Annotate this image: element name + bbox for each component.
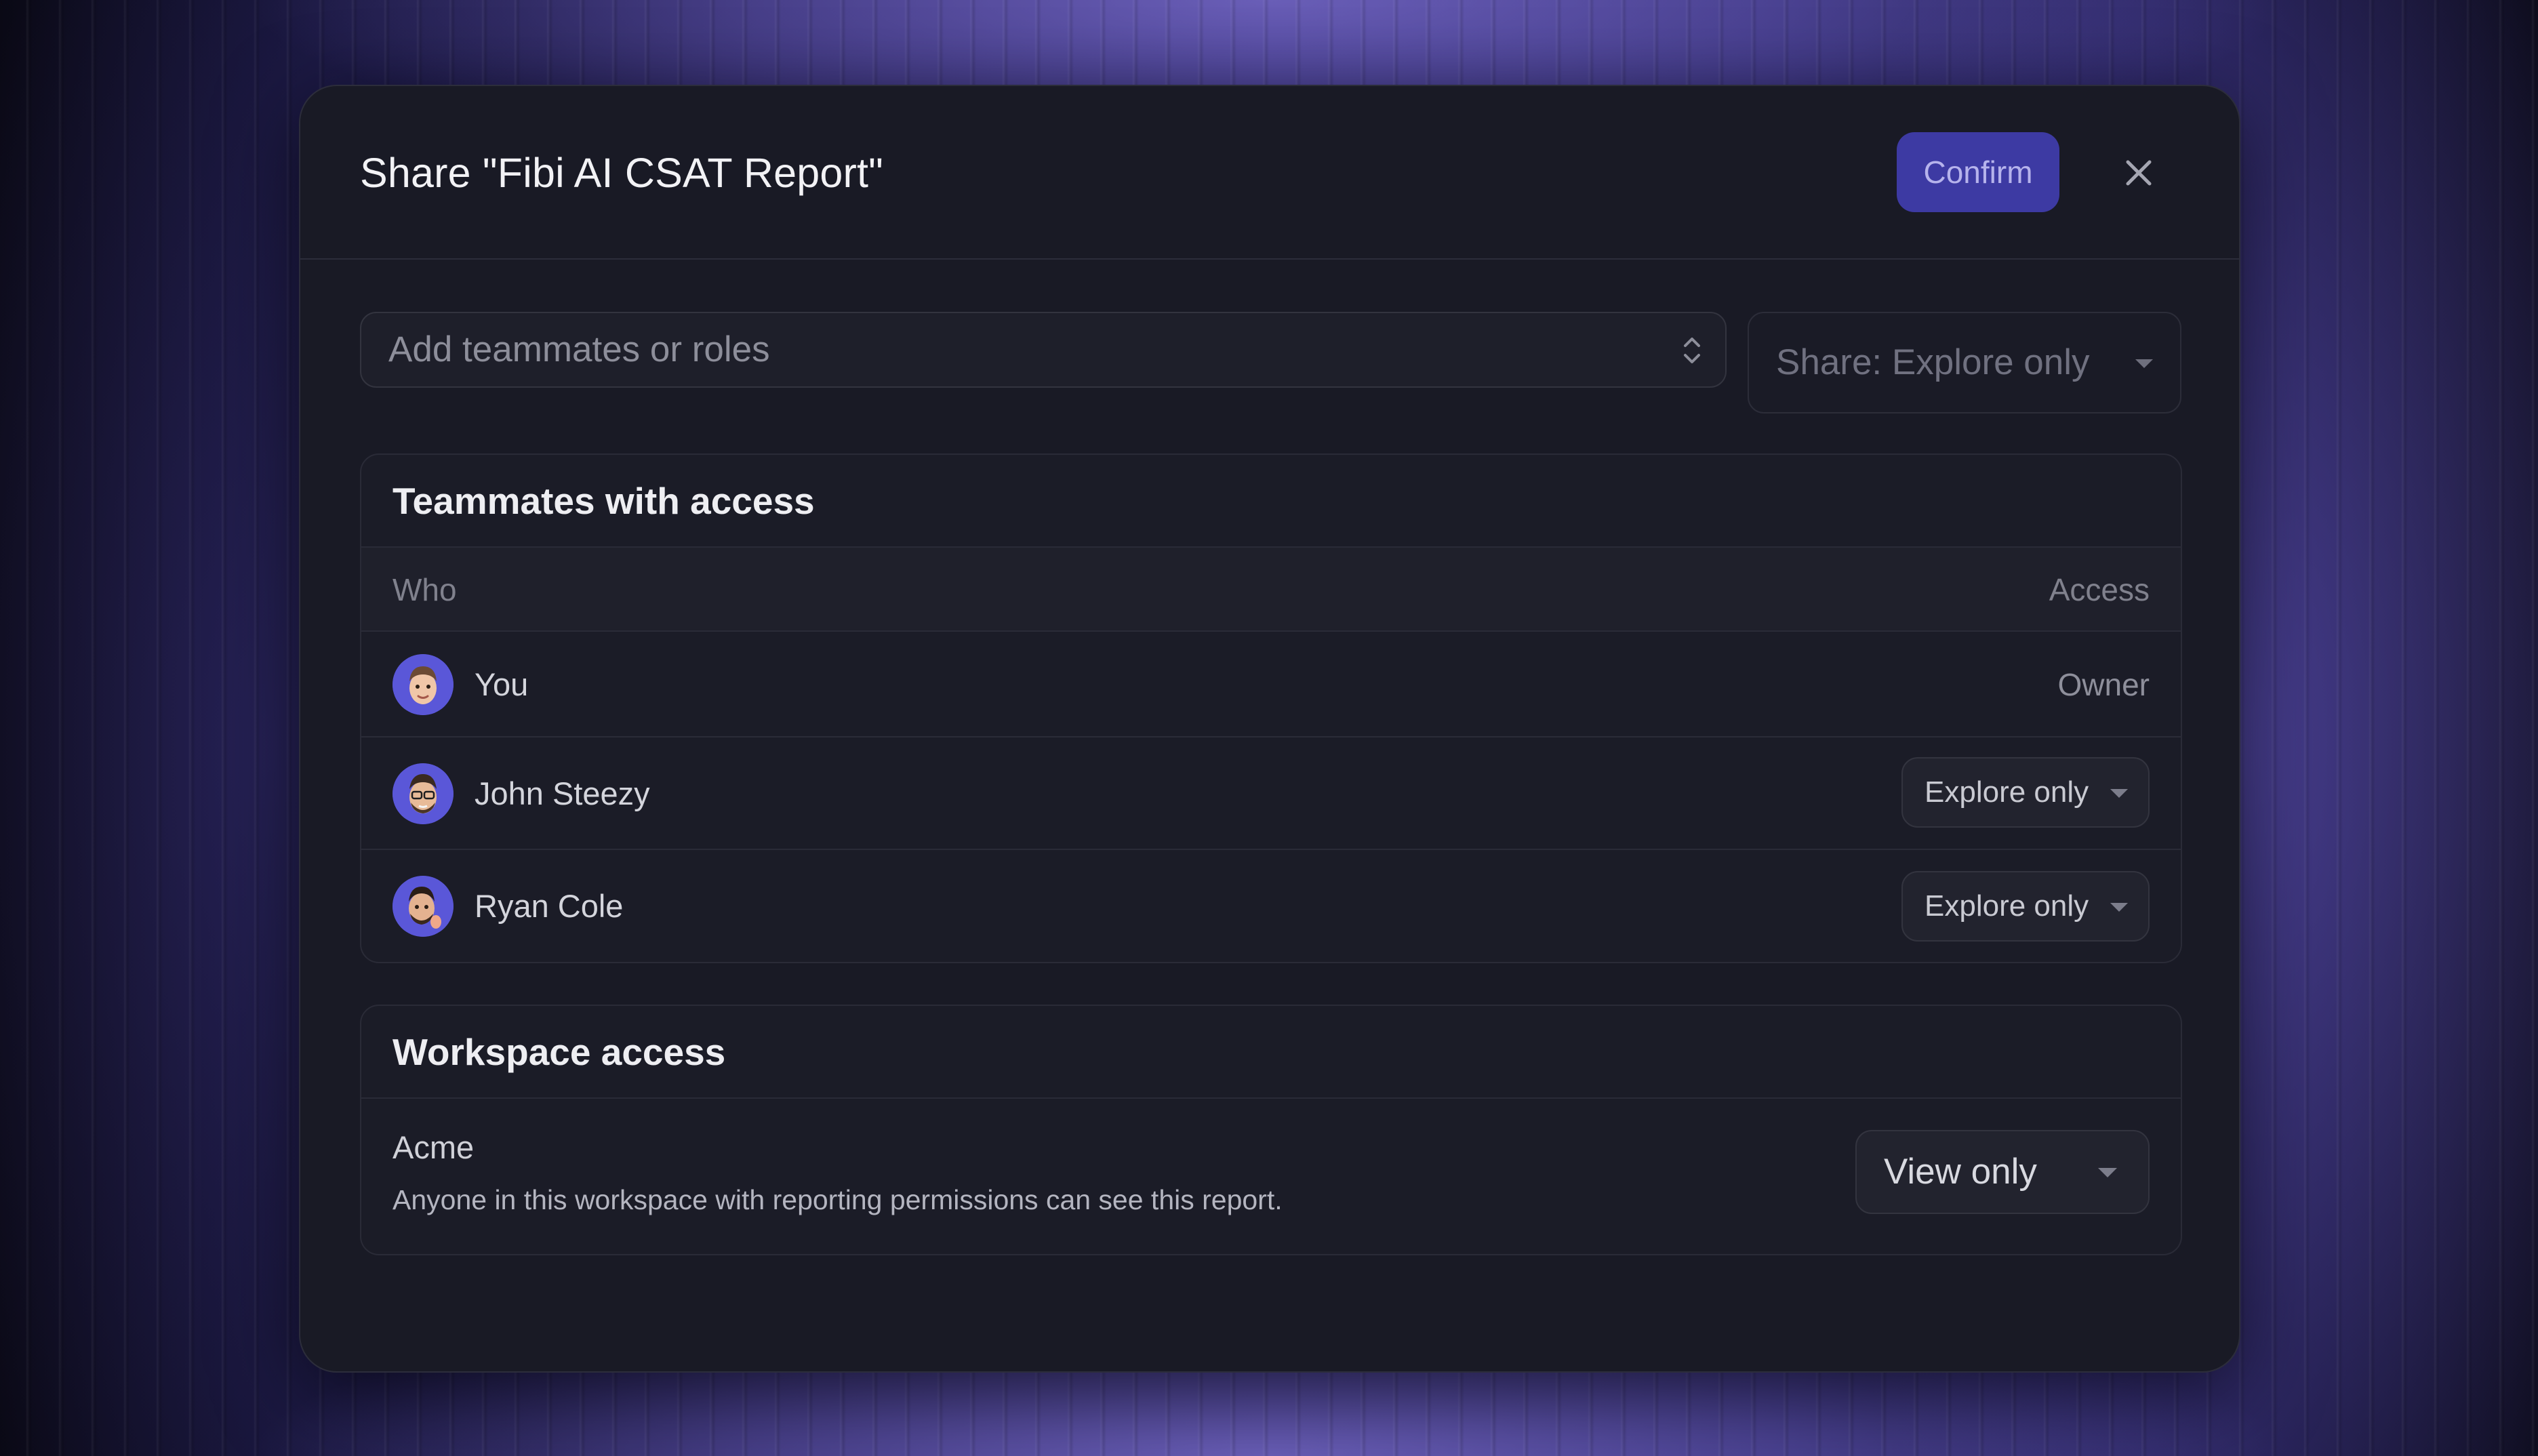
add-teammates-placeholder: Add teammates or roles <box>388 329 770 369</box>
access-select-label: Explore only <box>1925 775 2089 809</box>
teammate-name: You <box>475 666 529 702</box>
table-header: Who Access <box>361 548 2181 632</box>
memoji-icon <box>392 654 454 715</box>
teammates-section-title: Teammates with access <box>361 455 2181 548</box>
workspace-access-label: View only <box>1884 1152 2037 1192</box>
workspace-section-title: Workspace access <box>361 1006 2181 1099</box>
chevron-down-icon <box>2110 789 2128 798</box>
workspace-name: Acme <box>392 1129 475 1165</box>
share-dialog: Share "Fibi AI CSAT Report" Confirm Add … <box>299 85 2240 1373</box>
avatar <box>392 654 454 715</box>
avatar <box>392 763 454 824</box>
workspace-row: Acme Anyone in this workspace with repor… <box>361 1099 2181 1254</box>
teammates-card: Teammates with access Who Access You Own… <box>360 453 2182 963</box>
table-row: Ryan Cole Explore only <box>361 850 2181 962</box>
column-header-access: Access <box>2049 572 2150 607</box>
teammate-name: John Steezy <box>475 775 650 811</box>
table-row: You Owner <box>361 632 2181 737</box>
close-button[interactable] <box>2118 153 2159 193</box>
memoji-icon <box>392 876 454 937</box>
share-mode-select[interactable]: Share: Explore only <box>1748 312 2181 413</box>
access-select[interactable]: Explore only <box>1901 757 2150 828</box>
confirm-button[interactable]: Confirm <box>1897 132 2059 212</box>
access-select[interactable]: Explore only <box>1901 871 2150 942</box>
dialog-title: Share "Fibi AI CSAT Report" <box>360 150 883 196</box>
workspace-access-select[interactable]: View only <box>1855 1130 2150 1214</box>
chevron-down-icon <box>2135 359 2153 368</box>
workspace-card: Workspace access Acme Anyone in this wor… <box>360 1005 2182 1255</box>
chevron-up-down-icon <box>1684 338 1700 363</box>
dialog-header: Share "Fibi AI CSAT Report" Confirm <box>300 86 2239 260</box>
memoji-icon <box>392 763 454 824</box>
add-teammates-input[interactable]: Add teammates or roles <box>360 312 1727 388</box>
chevron-down-icon <box>2110 903 2128 912</box>
chevron-down-icon <box>2098 1168 2117 1177</box>
avatar <box>392 876 454 937</box>
teammate-name: Ryan Cole <box>475 888 624 924</box>
share-mode-label: Share: Explore only <box>1776 342 2090 382</box>
access-select-label: Explore only <box>1925 889 2089 923</box>
access-owner-label: Owner <box>2057 667 2150 702</box>
workspace-description: Anyone in this workspace with reporting … <box>392 1184 1283 1215</box>
table-row: John Steezy Explore only <box>361 737 2181 850</box>
column-header-who: Who <box>392 572 457 607</box>
close-icon <box>2126 160 2152 186</box>
